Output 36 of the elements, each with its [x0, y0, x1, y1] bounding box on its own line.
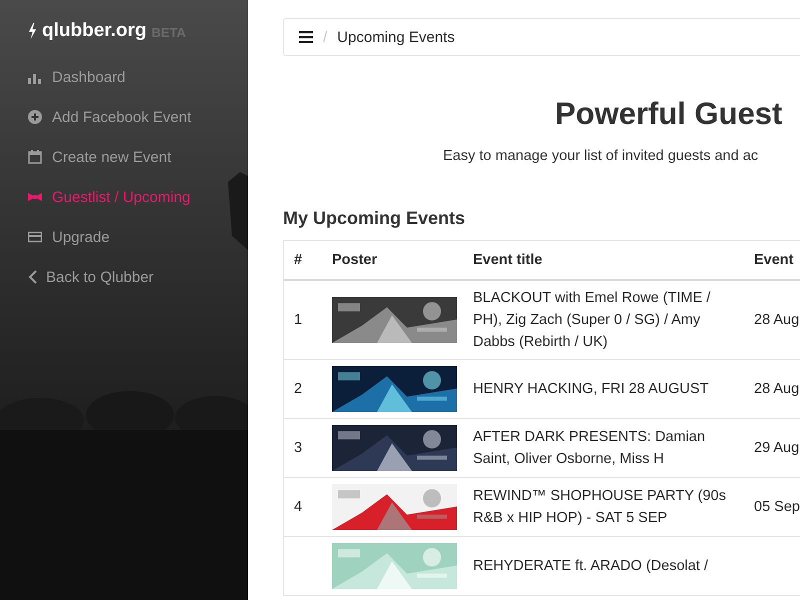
event-date: 29 Aug	[754, 440, 800, 456]
sidebar-item[interactable]: Create new Event	[28, 146, 172, 168]
breadcrumb-current: Upcoming Events	[337, 28, 455, 46]
row-number: 1	[294, 312, 302, 328]
event-title: HENRY HACKING, FRI 28 AUGUST	[473, 381, 709, 397]
event-title: REWIND™ SHOPHOUSE PARTY (90s R&B x HIP HOP) - SAT 5 SEP	[473, 488, 726, 526]
sidebar-item[interactable]: Dashboard	[28, 66, 126, 88]
page-subtitle: Easy to manage your list of invited guests and ac	[443, 148, 760, 164]
column-header: #	[284, 240, 322, 280]
logo-text: qlubber.org	[42, 20, 146, 42]
plus-circle-icon	[28, 110, 42, 124]
event-date: 05 Sep	[754, 499, 800, 515]
sidebar-item[interactable]: Upgrade	[28, 226, 110, 248]
column-header: Event	[744, 240, 800, 280]
menu-icon[interactable]	[299, 31, 313, 43]
lightning-icon	[28, 22, 37, 40]
event-title: REHYDERATE ft. ARADO (Desolat /	[473, 558, 708, 574]
sidebar-item[interactable]: Back to Qlubber	[28, 266, 154, 288]
event-title: BLACKOUT with Emel Rowe (TIME / PH), Zig Zach (Super 0 / SG) / Amy Dabbs (Rebirth / UK)	[473, 290, 710, 350]
row-number: 3	[294, 440, 302, 456]
calendar-icon	[28, 150, 42, 164]
chevron-left-icon	[28, 270, 38, 284]
event-title: AFTER DARK PRESENTS: Damian Saint, Oliver Osborne, Miss H	[473, 429, 706, 467]
page-title: Powerful Guest	[555, 96, 784, 132]
column-header: Poster	[322, 240, 463, 280]
sidebar-item[interactable]: Guestlist / Upcoming	[28, 186, 190, 208]
event-date: 28 Aug	[754, 381, 800, 397]
column-header: Event title	[463, 240, 744, 280]
bowtie-icon	[28, 190, 42, 204]
credit-card-icon	[28, 230, 42, 244]
event-date: 28 Aug	[754, 312, 800, 328]
section-title: My Upcoming Events	[283, 208, 466, 229]
breadcrumb-separator: /	[323, 28, 328, 46]
row-number: 4	[294, 499, 302, 515]
row-number: 2	[294, 381, 302, 397]
sidebar-item[interactable]: Add Facebook Event	[28, 106, 192, 128]
